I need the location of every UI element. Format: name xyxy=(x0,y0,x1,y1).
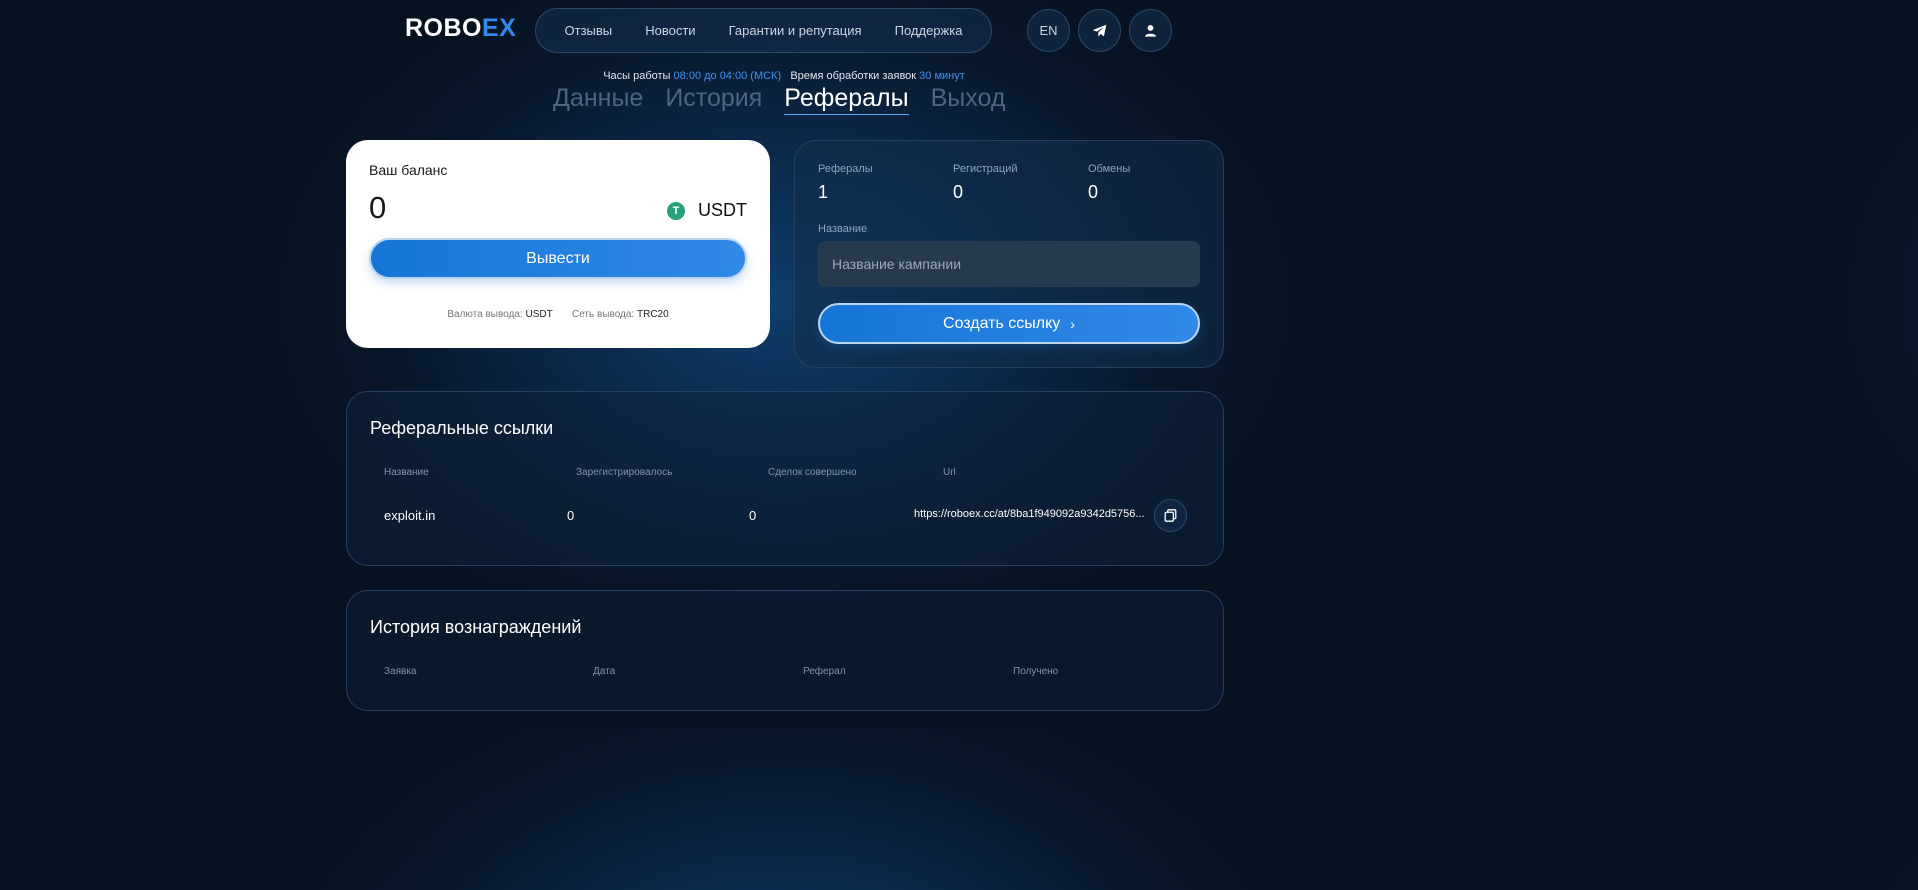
referrals-value: 1 xyxy=(818,182,829,202)
col-received: Получено xyxy=(1013,666,1059,677)
row-deals: 0 xyxy=(749,508,757,523)
nav-news[interactable]: Новости xyxy=(645,23,695,38)
language-button[interactable]: EN xyxy=(1027,9,1070,52)
user-icon xyxy=(1144,24,1157,37)
telegram-button[interactable] xyxy=(1078,9,1121,52)
campaign-name-input[interactable] xyxy=(818,241,1200,287)
logo-main: ROBO xyxy=(405,14,482,42)
balance-title: Ваш баланс xyxy=(369,162,448,178)
col-deals: Сделок совершено xyxy=(768,467,857,478)
registrations-value: 0 xyxy=(953,182,964,202)
col-url: Url xyxy=(943,467,956,478)
create-link-label: Создать ссылку xyxy=(943,314,1061,332)
exchanges-value: 0 xyxy=(1088,182,1099,202)
out-currency-label: Валюта вывода: xyxy=(447,309,523,320)
tab-data[interactable]: Данные xyxy=(553,84,643,115)
account-button[interactable] xyxy=(1129,9,1172,52)
working-hours: Часы работы 08:00 до 04:00 (МСК) Время о… xyxy=(0,70,1568,82)
withdraw-button[interactable]: Вывести xyxy=(369,238,747,279)
registrations-label: Регистраций xyxy=(953,163,1018,175)
out-currency-value: USDT xyxy=(525,309,553,320)
referral-stats-card: Рефералы 1 Регистраций 0 Обмены 0 Назван… xyxy=(794,140,1224,368)
exchanges-label: Обмены xyxy=(1088,163,1131,175)
tab-history[interactable]: История xyxy=(665,84,762,115)
copy-icon xyxy=(1164,509,1177,522)
nav-guarantees[interactable]: Гарантии и репутация xyxy=(729,23,862,38)
balance-amount: 0 xyxy=(369,190,387,225)
col-registered: Зарегистрировалось xyxy=(576,467,673,478)
main-nav: Отзывы Новости Гарантии и репутация Подд… xyxy=(535,8,992,53)
chevron-right-icon: › xyxy=(1070,315,1075,332)
withdraw-info: Валюта вывода: USDT Сеть вывода: TRC20 xyxy=(346,309,770,320)
tether-icon: T xyxy=(667,201,685,220)
col-order: Заявка xyxy=(384,666,417,677)
logo-accent: EX xyxy=(482,14,517,42)
rewards-history-card: История вознаграждений Заявка Дата Рефер… xyxy=(346,590,1224,711)
campaign-name-label: Название xyxy=(818,223,868,235)
processing-label: Время обработки заявок xyxy=(790,70,917,82)
tab-referrals[interactable]: Рефералы xyxy=(784,84,909,115)
hours-label: Часы работы xyxy=(603,70,671,82)
nav-support[interactable]: Поддержка xyxy=(895,23,963,38)
telegram-icon xyxy=(1092,24,1107,37)
hours-value: 08:00 до 04:00 (МСК) xyxy=(673,70,782,82)
account-tabs: Данные История Рефералы Выход xyxy=(553,84,1005,115)
col-referral: Реферал xyxy=(803,666,846,677)
balance-currency: T USDT xyxy=(667,200,747,221)
currency-code: USDT xyxy=(698,200,747,220)
nav-reviews[interactable]: Отзывы xyxy=(565,23,613,38)
col-name: Название xyxy=(384,467,429,478)
out-network-label: Сеть вывода: xyxy=(571,309,635,320)
out-network-value: TRC20 xyxy=(637,309,669,320)
rewards-title: История вознаграждений xyxy=(370,617,582,637)
copy-url-button[interactable] xyxy=(1154,499,1187,532)
processing-value: 30 минут xyxy=(919,70,965,82)
referral-links-card: Реферальные ссылки Название Зарегистриро… xyxy=(346,391,1224,566)
logo[interactable]: ROBOEX xyxy=(405,14,516,43)
referral-links-title: Реферальные ссылки xyxy=(370,418,554,438)
row-name: exploit.in xyxy=(384,508,436,523)
col-date: Дата xyxy=(593,666,616,677)
balance-card: Ваш баланс 0 T USDT Вывести Валюта вывод… xyxy=(346,140,770,348)
tab-logout[interactable]: Выход xyxy=(931,84,1006,115)
create-link-button[interactable]: Создать ссылку › xyxy=(818,303,1200,344)
row-registered: 0 xyxy=(567,508,575,523)
referrals-label: Рефералы xyxy=(818,163,873,175)
row-url[interactable]: https://roboex.cc/at/8ba1f949092a9342d57… xyxy=(914,508,1150,520)
